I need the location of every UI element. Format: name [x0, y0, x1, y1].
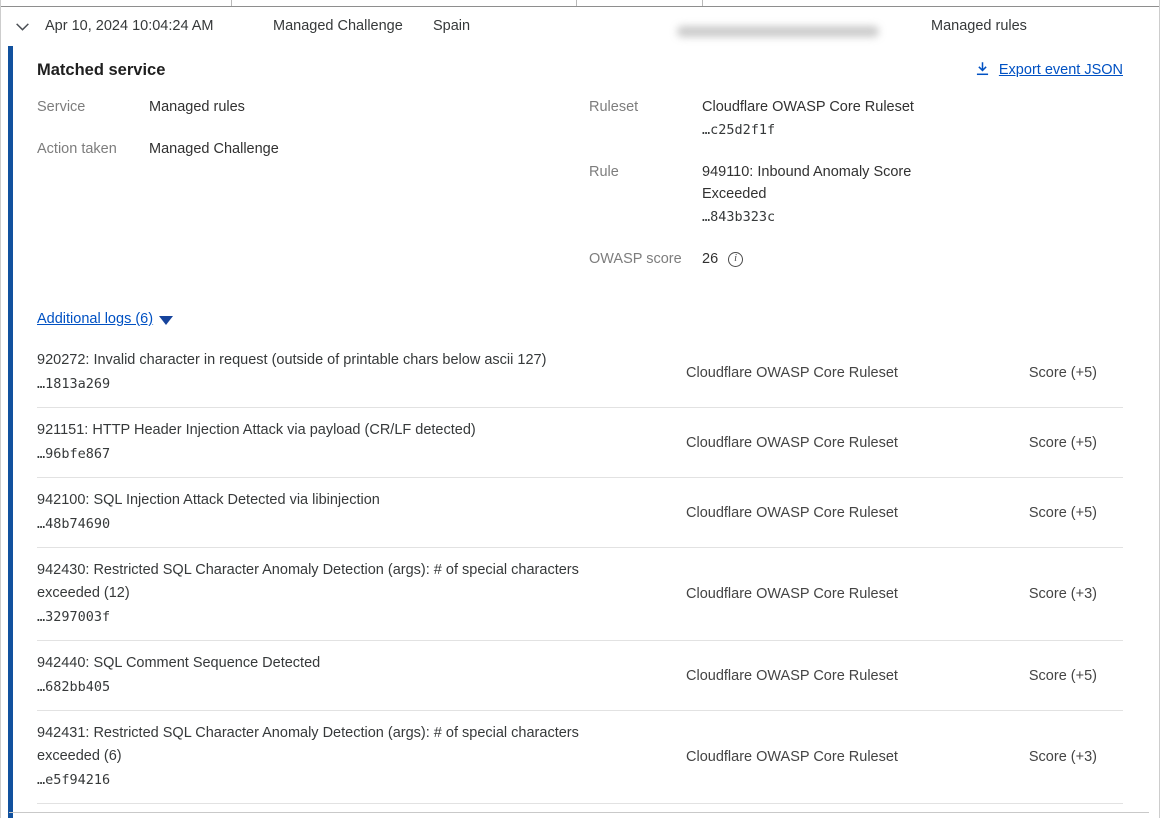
additional-logs-label: Additional logs (6) — [37, 311, 153, 327]
field-label: Service — [37, 96, 149, 118]
log-score: Score (+5) — [1029, 365, 1097, 381]
log-ruleset-name: Cloudflare OWASP Core Ruleset — [686, 586, 916, 602]
ruleset-name: Cloudflare OWASP Core Ruleset — [702, 99, 914, 115]
expanded-event-detail: Matched service Export event JSON Servic… — [1, 46, 1159, 818]
event-service: Managed rules — [931, 6, 1027, 46]
log-ruleset-name: Cloudflare OWASP Core Ruleset — [686, 505, 916, 521]
event-timestamp: Apr 10, 2024 10:04:24 AM — [45, 6, 214, 46]
log-row: 942100: SQL Injection Attack Detected vi… — [37, 478, 1123, 548]
event-row-header[interactable]: Apr 10, 2024 10:04:24 AM Managed Challen… — [1, 6, 1159, 46]
log-rule-description: 921151: HTTP Header Injection Attack via… — [37, 419, 622, 442]
log-rule-description: 942100: SQL Injection Attack Detected vi… — [37, 489, 622, 512]
field-label: OWASP score — [589, 248, 702, 270]
firewall-event-detail-panel: Apr 10, 2024 10:04:24 AM Managed Challen… — [0, 0, 1160, 818]
log-rule-hash: …1813a269 — [37, 372, 622, 396]
export-event-json-label: Export event JSON — [999, 62, 1123, 78]
ruleset-hash: …c25d2f1f — [702, 118, 942, 142]
log-rule-description: 920272: Invalid character in request (ou… — [37, 349, 622, 372]
field-value: Managed Challenge — [149, 138, 279, 160]
log-row: 942431: Restricted SQL Character Anomaly… — [37, 711, 1123, 804]
event-action: Managed Challenge — [273, 6, 403, 46]
field-owasp-score: OWASP score 26 i — [589, 248, 1123, 270]
log-rule-hash: …96bfe867 — [37, 442, 622, 466]
field-label: Action taken — [37, 138, 149, 160]
field-rule: Rule 949110: Inbound Anomaly Score Excee… — [589, 161, 1123, 229]
log-rule-description: 942430: Restricted SQL Character Anomaly… — [37, 559, 622, 605]
field-action-taken: Action taken Managed Challenge — [37, 138, 589, 160]
log-rule-description: 942440: SQL Comment Sequence Detected — [37, 652, 622, 675]
log-rule-hash: …3297003f — [37, 605, 622, 629]
field-ruleset: Ruleset Cloudflare OWASP Core Ruleset …c… — [589, 96, 1123, 142]
rule-name: 949110: Inbound Anomaly Score Exceeded — [702, 164, 911, 202]
log-row: 921151: HTTP Header Injection Attack via… — [37, 408, 1123, 478]
additional-logs-toggle[interactable]: Additional logs (6) — [37, 308, 173, 330]
log-score: Score (+3) — [1029, 749, 1097, 765]
matched-service-title: Matched service — [37, 61, 165, 80]
log-row: 942430: Restricted SQL Character Anomaly… — [37, 548, 1123, 641]
log-score: Score (+5) — [1029, 435, 1097, 451]
triangle-down-icon — [159, 316, 173, 325]
log-score: Score (+5) — [1029, 668, 1097, 684]
rule-hash: …843b323c — [702, 205, 942, 229]
log-row: 942440: SQL Comment Sequence Detected …6… — [37, 641, 1123, 711]
selected-row-accent-bar — [8, 46, 13, 818]
log-row: 920272: Invalid character in request (ou… — [37, 338, 1123, 408]
event-country: Spain — [433, 6, 470, 46]
panel-bottom-border — [9, 812, 1149, 813]
log-rule-hash: …48b74690 — [37, 512, 622, 536]
log-score: Score (+3) — [1029, 586, 1097, 602]
log-ruleset-name: Cloudflare OWASP Core Ruleset — [686, 365, 916, 381]
export-event-json-link[interactable]: Export event JSON — [975, 61, 1123, 80]
download-icon — [975, 61, 990, 80]
log-score: Score (+5) — [1029, 505, 1097, 521]
log-rule-description: 942431: Restricted SQL Character Anomaly… — [37, 722, 622, 768]
field-value: Managed rules — [149, 96, 245, 118]
log-rule-hash: …682bb405 — [37, 675, 622, 699]
field-label: Ruleset — [589, 96, 702, 142]
info-icon[interactable]: i — [728, 252, 743, 267]
log-ruleset-name: Cloudflare OWASP Core Ruleset — [686, 435, 916, 451]
log-ruleset-name: Cloudflare OWASP Core Ruleset — [686, 749, 916, 765]
additional-logs-list: 920272: Invalid character in request (ou… — [37, 338, 1123, 804]
redacted-value-blur — [677, 26, 879, 37]
chevron-down-icon[interactable] — [14, 6, 31, 46]
log-rule-hash: …e5f94216 — [37, 768, 622, 792]
field-service: Service Managed rules — [37, 96, 589, 118]
field-label: Rule — [589, 161, 702, 229]
owasp-score-value: 26 — [702, 248, 718, 270]
log-ruleset-name: Cloudflare OWASP Core Ruleset — [686, 668, 916, 684]
